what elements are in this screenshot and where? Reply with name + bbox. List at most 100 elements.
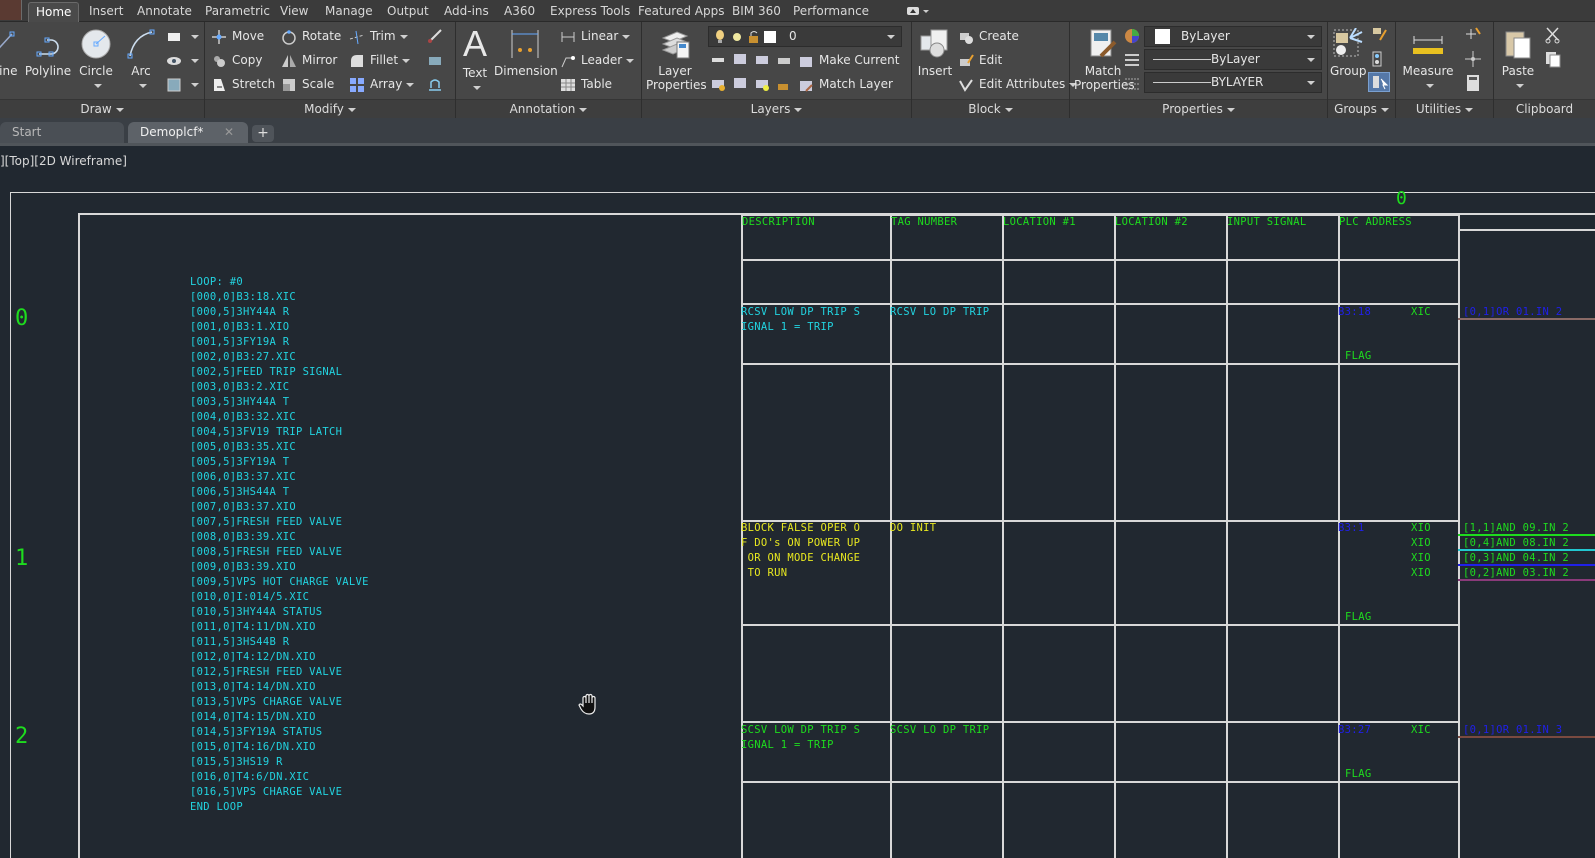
rung-number: 2 bbox=[15, 724, 29, 749]
tab-home[interactable]: Home bbox=[28, 2, 80, 22]
doc-tab-demoplcf[interactable]: Demoplcf* ✕ bbox=[128, 122, 248, 143]
tag-number-text: DO INIT bbox=[890, 522, 937, 534]
copy-button[interactable]: Copy bbox=[211, 50, 262, 70]
trim-button[interactable]: Trim bbox=[349, 26, 408, 46]
tab-insert[interactable]: Insert bbox=[82, 2, 130, 22]
tab-add-ins[interactable]: Add-ins bbox=[437, 2, 496, 22]
group-edit-icon[interactable] bbox=[1370, 50, 1388, 68]
layer-dropdown[interactable]: 0 bbox=[708, 26, 902, 47]
arc-button[interactable]: Arc bbox=[124, 28, 158, 92]
tab-featured-apps[interactable]: Featured Apps bbox=[631, 2, 731, 22]
rung-number: 1 bbox=[15, 546, 29, 571]
edit-attributes-button[interactable]: Edit Attributes bbox=[958, 74, 1078, 94]
tab-performance[interactable]: Performance bbox=[786, 2, 876, 22]
text-button[interactable]: A Text bbox=[458, 26, 492, 94]
copy-clip-icon[interactable] bbox=[1544, 50, 1562, 68]
erase-icon[interactable] bbox=[427, 28, 443, 44]
rung-number: 0 bbox=[1396, 188, 1407, 209]
group-button[interactable]: Group bbox=[1330, 28, 1367, 78]
draw-panel-title[interactable]: Draw bbox=[0, 99, 204, 118]
loop-line: [008,0]B3:39.XIC bbox=[190, 531, 296, 543]
new-tab-button[interactable]: + bbox=[252, 125, 274, 142]
loop-line: [004,0]B3:32.XIC bbox=[190, 411, 296, 423]
layer-tool-icons-row1[interactable] bbox=[712, 52, 802, 68]
leader-button[interactable]: Leader bbox=[560, 50, 635, 70]
instruction-text: XIO bbox=[1411, 522, 1431, 534]
rectangle-button[interactable] bbox=[166, 26, 199, 46]
chevron-down-icon bbox=[887, 35, 895, 39]
layer-properties-button[interactable]: Layer Properties bbox=[646, 28, 707, 92]
modify-panel-title[interactable]: Modify bbox=[205, 99, 455, 118]
chevron-down-icon bbox=[1307, 81, 1315, 85]
linear-button[interactable]: Linear bbox=[560, 26, 631, 46]
fillet-button[interactable]: Fillet bbox=[349, 50, 411, 70]
cut-icon[interactable] bbox=[1544, 26, 1562, 44]
color-dropdown[interactable]: ByLayer bbox=[1144, 26, 1322, 47]
drawing-canvas[interactable]: ][Top][2D Wireframe] 0 0 1 2 LOOP: #0 [00… bbox=[0, 146, 1595, 858]
mirror-button[interactable]: Mirror bbox=[281, 50, 337, 70]
ribbon-minimize-icon[interactable] bbox=[906, 5, 932, 17]
lineweight-dropdown[interactable]: BYLAYER bbox=[1144, 72, 1322, 93]
annotation-panel: A Text Dimension Linear Leader Table Ann… bbox=[456, 22, 642, 118]
line-button[interactable]: Line bbox=[0, 28, 20, 78]
match-layer-button[interactable]: Match Layer bbox=[798, 74, 893, 94]
tab-a360[interactable]: A360 bbox=[497, 2, 542, 22]
layers-panel-title[interactable]: Layers bbox=[642, 99, 911, 118]
loop-line: [002,0]B3:27.XIC bbox=[190, 351, 296, 363]
circle-button[interactable]: Circle bbox=[76, 28, 116, 92]
group-selection-toggle[interactable] bbox=[1368, 72, 1390, 92]
tab-bim-360[interactable]: BIM 360 bbox=[725, 2, 788, 22]
layer-tool-icons-row2[interactable] bbox=[712, 76, 802, 92]
create-block-icon bbox=[960, 32, 973, 44]
array-button[interactable]: Array bbox=[349, 74, 415, 94]
table-grid-line bbox=[741, 259, 1458, 261]
rotate-button[interactable]: Rotate bbox=[281, 26, 341, 46]
clipboard-panel-title[interactable]: Clipboard bbox=[1494, 99, 1595, 118]
stretch-button[interactable]: Stretch bbox=[211, 74, 275, 94]
dimension-button[interactable]: Dimension bbox=[494, 28, 558, 78]
scale-button[interactable]: Scale bbox=[281, 74, 334, 94]
boundary-button[interactable] bbox=[166, 74, 199, 94]
circle-dropdown-icon[interactable] bbox=[94, 83, 102, 88]
tab-manage[interactable]: Manage bbox=[318, 2, 380, 22]
tab-parametric[interactable]: Parametric bbox=[198, 2, 277, 22]
loop-line: [001,0]B3:1.XIO bbox=[190, 321, 290, 333]
polyline-button[interactable]: Polyline bbox=[24, 28, 72, 78]
doc-tab-start[interactable]: Start bbox=[0, 122, 124, 143]
hatch-button[interactable] bbox=[166, 50, 199, 70]
ribbon: Line Polyline Circle Arc Draw Move Rotat… bbox=[0, 22, 1595, 118]
calculator-icon[interactable] bbox=[1466, 74, 1480, 92]
table-button[interactable]: Table bbox=[560, 74, 612, 94]
quick-select-icon[interactable] bbox=[1464, 26, 1482, 44]
tab-annotate[interactable]: Annotate bbox=[130, 2, 199, 22]
column-header: LOCATION #1 bbox=[1003, 216, 1076, 228]
loop-line: [004,5]3FV19 TRIP LATCH bbox=[190, 426, 343, 438]
tab-express-tools[interactable]: Express Tools bbox=[543, 2, 637, 22]
annotation-panel-title[interactable]: Annotation bbox=[456, 99, 641, 118]
viewport-controls[interactable]: ][Top][2D Wireframe] bbox=[0, 154, 127, 168]
move-button[interactable]: Move bbox=[211, 26, 264, 46]
edit-block-button[interactable]: Edit bbox=[958, 50, 1002, 70]
linetype-dropdown[interactable]: ByLayer bbox=[1144, 49, 1322, 70]
insert-button[interactable]: Insert bbox=[916, 28, 954, 78]
block-panel-title[interactable]: Block bbox=[912, 99, 1069, 118]
paste-button[interactable]: Paste bbox=[1496, 28, 1540, 92]
color-wheel-icon bbox=[1125, 29, 1139, 43]
groups-panel-title[interactable]: Groups bbox=[1328, 99, 1395, 118]
arc-dropdown-icon[interactable] bbox=[139, 83, 147, 88]
explode-icon[interactable] bbox=[427, 52, 443, 68]
loop-line: [002,5]FEED TRIP SIGNAL bbox=[190, 366, 343, 378]
loop-line: [008,5]FRESH FEED VALVE bbox=[190, 546, 343, 558]
ungroup-icon[interactable] bbox=[1370, 26, 1388, 44]
offset-icon[interactable] bbox=[427, 76, 443, 92]
tab-view[interactable]: View bbox=[273, 2, 315, 22]
properties-panel-title[interactable]: Properties bbox=[1070, 99, 1327, 118]
create-block-button[interactable]: Create bbox=[958, 26, 1019, 46]
id-point-icon[interactable] bbox=[1464, 50, 1482, 68]
make-current-button[interactable]: Make Current bbox=[798, 50, 900, 70]
utilities-panel-title[interactable]: Utilities bbox=[1396, 99, 1493, 118]
close-tab-icon[interactable]: ✕ bbox=[224, 122, 234, 143]
application-menu-button[interactable] bbox=[0, 0, 22, 20]
tab-output[interactable]: Output bbox=[380, 2, 436, 22]
measure-button[interactable]: Measure bbox=[1400, 28, 1456, 92]
